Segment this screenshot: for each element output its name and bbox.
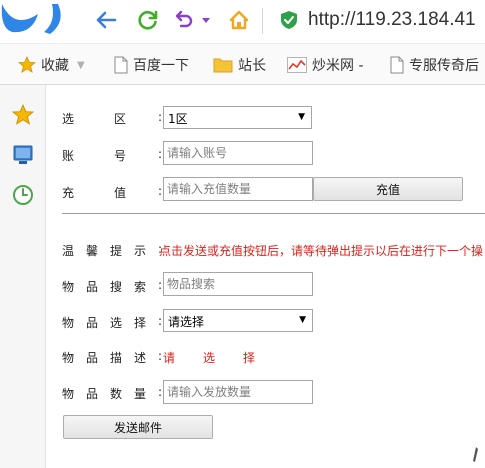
tip-label-text: 温馨提示 bbox=[62, 244, 159, 258]
colon: : bbox=[158, 278, 163, 292]
item-select-label: 物品选择 bbox=[62, 314, 158, 331]
item-qty-label: 物品数量 bbox=[62, 385, 158, 402]
folder-icon bbox=[213, 58, 233, 73]
clock-icon[interactable] bbox=[12, 184, 34, 206]
item-select-value: 请选择 bbox=[168, 315, 205, 329]
colon: : bbox=[158, 110, 163, 124]
bookmark-label: 专服传奇后 bbox=[409, 58, 479, 74]
shield-icon[interactable] bbox=[277, 8, 301, 32]
back-icon[interactable] bbox=[94, 8, 118, 32]
colon: : bbox=[158, 184, 163, 198]
recharge-input[interactable] bbox=[163, 177, 313, 201]
bookmark-label: 站长 bbox=[238, 58, 266, 74]
refresh-icon[interactable] bbox=[136, 8, 160, 32]
page-icon bbox=[114, 56, 128, 74]
home-icon[interactable] bbox=[227, 8, 251, 32]
recharge-label: 充值 bbox=[62, 184, 166, 201]
chevron-down-icon: ▼ bbox=[298, 112, 305, 122]
bookmark-label: 炒米网 - bbox=[312, 58, 364, 74]
bookmark-zhuanfu[interactable]: 专服传奇后 bbox=[390, 54, 479, 76]
divider bbox=[62, 213, 485, 214]
item-select[interactable]: 请选择 ▼ bbox=[163, 309, 313, 332]
item-search-label: 物品搜索 bbox=[62, 278, 158, 295]
star-icon[interactable] bbox=[12, 104, 34, 126]
bookmark-zhanzhang[interactable]: 站长 bbox=[213, 54, 266, 76]
item-desc-text: 请选择 bbox=[163, 349, 283, 366]
bookmark-favorites-label: 收藏 bbox=[41, 58, 69, 74]
item-search-label-text: 物品搜索 bbox=[62, 280, 159, 294]
address-bar-url[interactable]: http://119.23.184.41 bbox=[308, 9, 476, 31]
browser-logo-icon[interactable] bbox=[0, 0, 64, 38]
colon: : bbox=[158, 385, 163, 399]
recharge-label-text: 充值 bbox=[62, 186, 167, 200]
warning-text: 点击发送或充值按钮后，请等待弹出提示以后在进行下一个操 bbox=[159, 244, 484, 258]
colon: : bbox=[158, 314, 163, 328]
account-label: 账号 bbox=[62, 147, 166, 164]
browser-toolbar: http://119.23.184.41 bbox=[0, 0, 485, 43]
region-label-text: 选区 bbox=[62, 112, 167, 126]
send-mail-button[interactable]: 发送邮件 bbox=[63, 415, 213, 439]
item-select-label-text: 物品选择 bbox=[62, 316, 159, 330]
bookmark-chaomi[interactable]: 炒米网 - bbox=[287, 54, 364, 76]
page-icon bbox=[390, 56, 404, 74]
colon: : bbox=[158, 349, 163, 363]
cursor-icon bbox=[473, 447, 478, 462]
item-qty-label-text: 物品数量 bbox=[62, 387, 159, 401]
item-qty-input[interactable] bbox=[163, 380, 313, 404]
chart-icon bbox=[287, 57, 307, 73]
mail-form: 选区 : 1区 ▼ 账号 : 充值 : 充值 温馨提示 : 点击发送或充值按钮后… bbox=[46, 85, 485, 468]
tip-label: 温馨提示 bbox=[62, 242, 158, 259]
screen-icon[interactable] bbox=[12, 144, 34, 166]
item-desc-label: 物品描述 bbox=[62, 349, 158, 366]
undo-icon[interactable] bbox=[172, 8, 196, 32]
region-select-value: 1区 bbox=[168, 112, 188, 126]
toolbar-divider bbox=[262, 8, 263, 34]
chevron-down-icon[interactable]: ▼ bbox=[77, 60, 85, 71]
bookmark-baidu[interactable]: 百度一下 bbox=[114, 54, 189, 76]
chevron-down-icon: ▼ bbox=[299, 315, 306, 325]
item-desc-value: 请选择 bbox=[163, 351, 284, 365]
item-desc-label-text: 物品描述 bbox=[62, 351, 159, 365]
recharge-button[interactable]: 充值 bbox=[313, 177, 463, 201]
account-label-text: 账号 bbox=[62, 149, 167, 163]
bookmarks-bar: 收藏 ▼ 百度一下 站长 炒米网 - 专服传奇后 bbox=[0, 43, 485, 85]
star-icon bbox=[18, 56, 36, 74]
side-panel bbox=[0, 85, 46, 468]
region-label: 选区 bbox=[62, 110, 166, 127]
colon: : bbox=[158, 147, 163, 161]
account-input[interactable] bbox=[163, 141, 313, 165]
bookmark-favorites[interactable]: 收藏 ▼ bbox=[18, 54, 85, 76]
item-search-input[interactable] bbox=[163, 272, 313, 296]
bookmark-label: 百度一下 bbox=[133, 58, 189, 74]
region-select[interactable]: 1区 ▼ bbox=[163, 106, 312, 129]
undo-dropdown-icon[interactable] bbox=[202, 17, 210, 25]
